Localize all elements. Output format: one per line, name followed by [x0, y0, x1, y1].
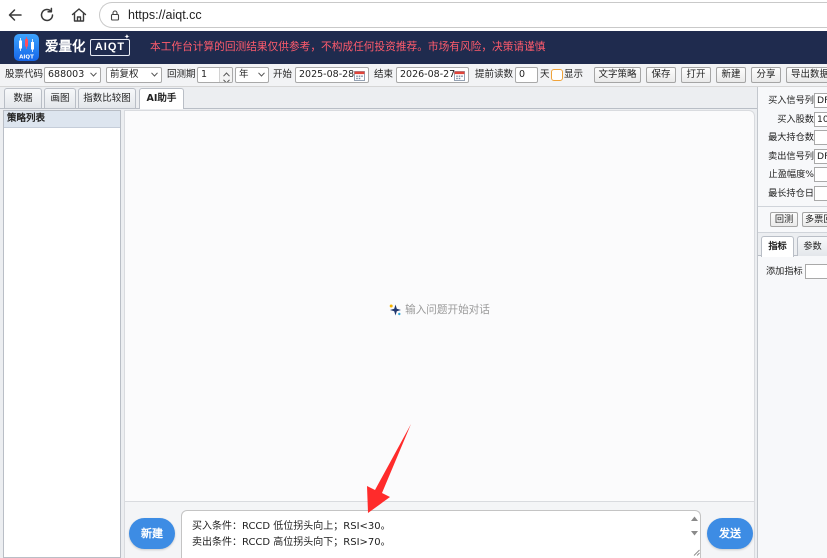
max-positions-row: 最大持仓数	[758, 130, 827, 145]
max-hold-days-label: 最长持仓日	[768, 188, 814, 199]
back-button[interactable]	[5, 5, 25, 25]
brand-name: 爱量化	[45, 39, 86, 55]
share-button[interactable]: 分享	[751, 67, 781, 83]
chat-composer: 新建 买入条件：RCCD 低位拐头向上；RSI<30。 卖出条件：RCCD 高位…	[124, 502, 755, 558]
show-checkbox[interactable]	[551, 69, 563, 81]
sparkle-icon	[389, 304, 402, 316]
toolbar: 股票代码 688003 前复权 回测期 年 开始 结束	[0, 64, 827, 87]
panel-divider	[758, 206, 827, 207]
refresh-button[interactable]	[37, 5, 57, 25]
sparkle-icon: ✦	[124, 33, 130, 41]
scroll-down-icon[interactable]	[691, 531, 698, 536]
calendar-icon[interactable]	[454, 70, 465, 81]
tab-params[interactable]: 参数	[797, 236, 827, 256]
preload-field[interactable]	[515, 67, 538, 83]
preload-input[interactable]	[516, 68, 537, 82]
preload-unit: 天	[540, 69, 550, 80]
calendar-icon[interactable]	[354, 70, 365, 81]
app-header: AIQT 爱量化 AIQT ✦ 本工作台计算的回测结果仅供参考，不构成任何投资推…	[0, 31, 827, 64]
scroll-up-icon[interactable]	[691, 516, 698, 521]
empty-chat-hint: 输入问题开始对话	[125, 303, 754, 317]
backtest-button[interactable]: 回测	[770, 212, 798, 227]
tab-divider	[0, 108, 757, 109]
address-bar[interactable]: https://aiqt.cc	[99, 2, 827, 28]
logo-text: AIQT	[19, 55, 34, 61]
max-hold-days-input[interactable]	[814, 186, 827, 201]
add-indicator-row: 添加指标	[758, 264, 827, 279]
adjust-mode-value: 前复权	[110, 69, 139, 80]
chevron-down-icon	[258, 72, 265, 77]
buy-signal-row: 买入信号列 DF	[758, 93, 827, 108]
period-label: 回测期	[167, 69, 196, 80]
chat-area: 输入问题开始对话	[124, 110, 755, 502]
sell-signal-row: 卖出信号列 DF	[758, 149, 827, 164]
risk-notice: 本工作台计算的回测结果仅供参考，不构成任何投资推荐。市场有风险，决策请谨慎	[150, 40, 546, 53]
open-button[interactable]: 打开	[681, 67, 711, 83]
refresh-icon	[40, 7, 54, 22]
max-positions-input[interactable]	[814, 130, 827, 145]
preload-label: 提前读数	[475, 69, 514, 80]
period-spinner[interactable]	[219, 68, 232, 82]
tab-ai-assistant[interactable]: AI助手	[139, 88, 184, 109]
max-positions-label: 最大持仓数	[768, 132, 814, 143]
buy-signal-select[interactable]: DF	[814, 93, 827, 108]
take-profit-input[interactable]	[814, 167, 827, 182]
tab-chart[interactable]: 画图	[44, 88, 76, 108]
period-unit-value: 年	[239, 69, 249, 80]
tab-indicators[interactable]: 指标	[761, 236, 794, 257]
max-hold-days-row: 最长持仓日	[758, 186, 827, 201]
back-arrow-icon	[8, 9, 22, 21]
strategy-list-panel: 策略列表	[3, 110, 121, 558]
start-date-field[interactable]	[295, 67, 369, 83]
buy-shares-input[interactable]: 10	[814, 112, 827, 127]
chevron-down-icon	[90, 72, 97, 77]
lock-icon	[110, 10, 120, 21]
chat-input[interactable]: 买入条件：RCCD 低位拐头向上；RSI<30。 卖出条件：RCCD 高位拐头向…	[181, 510, 701, 558]
panel-tabstrip: 指标 参数	[758, 232, 827, 257]
send-button[interactable]: 发送	[707, 518, 753, 549]
take-profit-label: 止盈幅度%	[768, 169, 814, 180]
chevron-down-icon	[151, 72, 158, 77]
end-label: 结束	[374, 69, 394, 80]
start-label: 开始	[273, 69, 293, 80]
stock-code-label: 股票代码	[5, 69, 44, 80]
tab-index-compare[interactable]: 指数比较图	[78, 88, 136, 108]
add-indicator-input[interactable]	[805, 264, 827, 279]
new-button[interactable]: 新建	[716, 67, 746, 83]
resize-grip-icon[interactable]	[693, 549, 700, 556]
brand-tag: AIQT	[90, 39, 130, 56]
backtest-settings-panel: 买入信号列 DF 买入股数 10 最大持仓数 卖出信号列 DF 止盈幅度% 最长…	[757, 87, 827, 558]
buy-shares-row: 买入股数 10	[758, 112, 827, 127]
show-label: 显示	[564, 69, 584, 80]
new-chat-button[interactable]: 新建	[129, 518, 175, 549]
buy-signal-label: 买入信号列	[768, 95, 814, 106]
page: https://aiqt.cc AIQT 爱量化 AIQT ✦ 本工作台计算的回…	[0, 0, 827, 558]
export-data-button[interactable]: 导出数据	[786, 67, 827, 83]
sell-signal-select[interactable]: DF	[814, 149, 827, 164]
period-stepper[interactable]	[197, 67, 233, 83]
home-icon	[71, 8, 87, 22]
logo-icon[interactable]: AIQT	[14, 34, 39, 61]
empty-chat-text: 输入问题开始对话	[405, 304, 490, 316]
stock-code-select[interactable]: 688003	[44, 67, 101, 83]
add-indicator-label: 添加指标	[766, 266, 803, 277]
text-strategy-button[interactable]: 文字策略	[594, 67, 641, 83]
tab-data[interactable]: 数据	[4, 88, 42, 108]
spin-up-icon[interactable]	[223, 69, 230, 77]
period-unit-select[interactable]: 年	[235, 67, 269, 83]
sell-signal-label: 卖出信号列	[768, 151, 814, 162]
end-date-field[interactable]	[396, 67, 469, 83]
save-button[interactable]: 保存	[646, 67, 676, 83]
home-button[interactable]	[69, 5, 89, 25]
strategy-list-title: 策略列表	[4, 111, 120, 128]
stock-code-value: 688003	[48, 69, 85, 80]
adjust-mode-select[interactable]: 前复权	[106, 67, 162, 83]
spin-down-icon[interactable]	[223, 76, 230, 82]
multi-stock-backtest-button[interactable]: 多票回	[802, 212, 827, 227]
buy-shares-label: 买入股数	[777, 114, 814, 125]
url-text: https://aiqt.cc	[128, 8, 202, 22]
browser-toolbar: https://aiqt.cc	[0, 0, 827, 31]
take-profit-row: 止盈幅度%	[758, 167, 827, 182]
